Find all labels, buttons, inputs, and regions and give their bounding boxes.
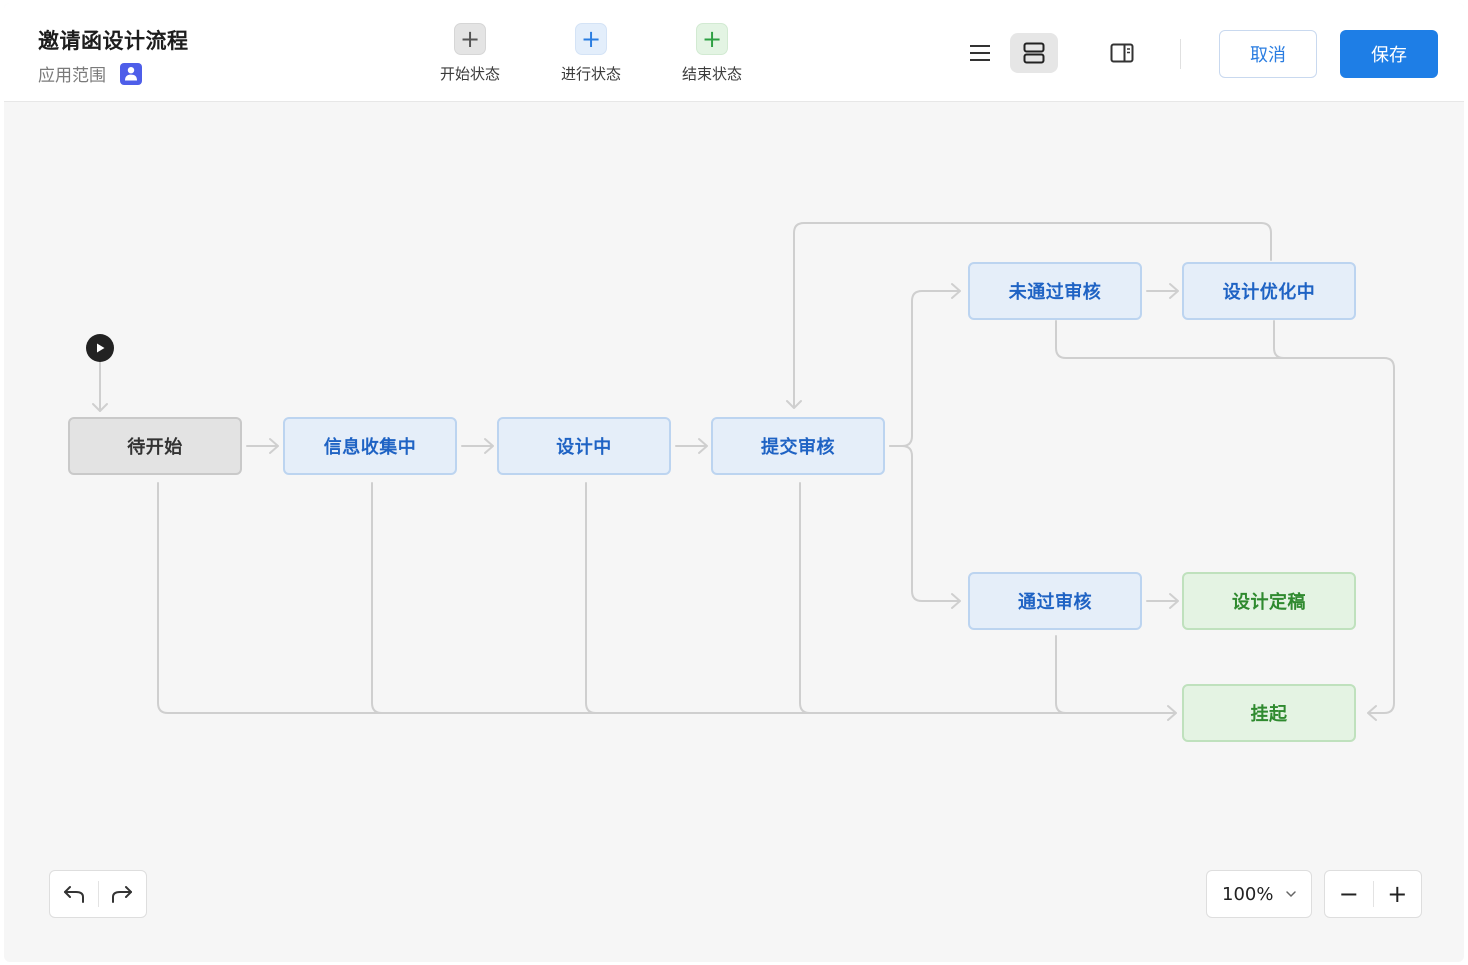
history-controls [49, 870, 147, 918]
transition-arrow [1146, 283, 1179, 299]
start-trigger-icon[interactable] [86, 334, 114, 362]
transition-arrow [461, 438, 494, 454]
application-scope[interactable]: 应用范围 [38, 61, 142, 86]
list-view-button[interactable] [956, 33, 1004, 73]
side-panel-button[interactable] [1098, 33, 1146, 73]
state-node-optimizing[interactable]: 设计优化中 [1182, 262, 1356, 320]
zoom-in-button[interactable]: + [1373, 871, 1421, 917]
undo-button[interactable] [50, 871, 98, 917]
branch-to-rejected [889, 283, 961, 447]
undo-icon [63, 886, 84, 903]
user-icon[interactable] [120, 62, 142, 85]
add-end-state-button[interactable]: + [696, 23, 728, 55]
zoom-out-button[interactable]: − [1325, 871, 1373, 917]
state-node-designing[interactable]: 设计中 [497, 417, 671, 475]
zoom-controls: − + [1324, 870, 1422, 918]
scope-label: 应用范围 [38, 66, 106, 86]
add-end-state-label: 结束状态 [681, 65, 742, 83]
branch-to-approved [889, 445, 961, 609]
redo-icon [112, 886, 133, 903]
add-progress-state-label: 进行状态 [560, 65, 621, 83]
save-button[interactable]: 保存 [1340, 30, 1438, 78]
transition-arrow [675, 438, 708, 454]
zoom-level-value: 100% [1222, 883, 1274, 905]
state-node-pending[interactable]: 待开始 [68, 417, 242, 475]
transition-arrow [246, 438, 279, 454]
toolbar-divider [1180, 39, 1181, 69]
state-node-finalized[interactable]: 设计定稿 [1182, 572, 1356, 630]
chevron-down-icon [1286, 891, 1296, 898]
state-node-review-approved[interactable]: 通过审核 [968, 572, 1142, 630]
list-view-icon [970, 45, 990, 61]
card-view-icon [1023, 42, 1045, 64]
editor-header: 邀请函设计流程 应用范围 + 开始状态 + 进行状态 + 结束状态 取消 保存 [4, 3, 1464, 102]
state-node-suspended[interactable]: 挂起 [1182, 684, 1356, 742]
workflow-editor: 邀请函设计流程 应用范围 + 开始状态 + 进行状态 + 结束状态 取消 保存 … [4, 3, 1464, 962]
transition-arrow [1146, 593, 1179, 609]
cancel-button[interactable]: 取消 [1219, 30, 1317, 78]
add-progress-state[interactable]: + 进行状态 [551, 23, 631, 84]
add-end-state[interactable]: + 结束状态 [672, 23, 752, 84]
transition-lines [92, 222, 1395, 721]
to-suspended-right [1055, 320, 1395, 721]
state-node-submit-review[interactable]: 提交审核 [711, 417, 885, 475]
page-title: 邀请函设计流程 [38, 29, 189, 53]
add-progress-state-button[interactable]: + [575, 23, 607, 55]
zoom-level-select[interactable]: 100% [1206, 870, 1312, 918]
add-start-state-label: 开始状态 [439, 65, 500, 83]
state-node-collecting[interactable]: 信息收集中 [283, 417, 457, 475]
add-start-state[interactable]: + 开始状态 [430, 23, 510, 84]
flow-canvas[interactable]: 待开始 信息收集中 设计中 提交审核 未通过审核 设计优化中 通过审核 设计定稿… [4, 103, 1464, 962]
card-view-button[interactable] [1010, 33, 1058, 73]
side-panel-icon [1110, 43, 1134, 63]
state-node-review-rejected[interactable]: 未通过审核 [968, 262, 1142, 320]
redo-button[interactable] [98, 871, 146, 917]
add-start-state-button[interactable]: + [454, 23, 486, 55]
